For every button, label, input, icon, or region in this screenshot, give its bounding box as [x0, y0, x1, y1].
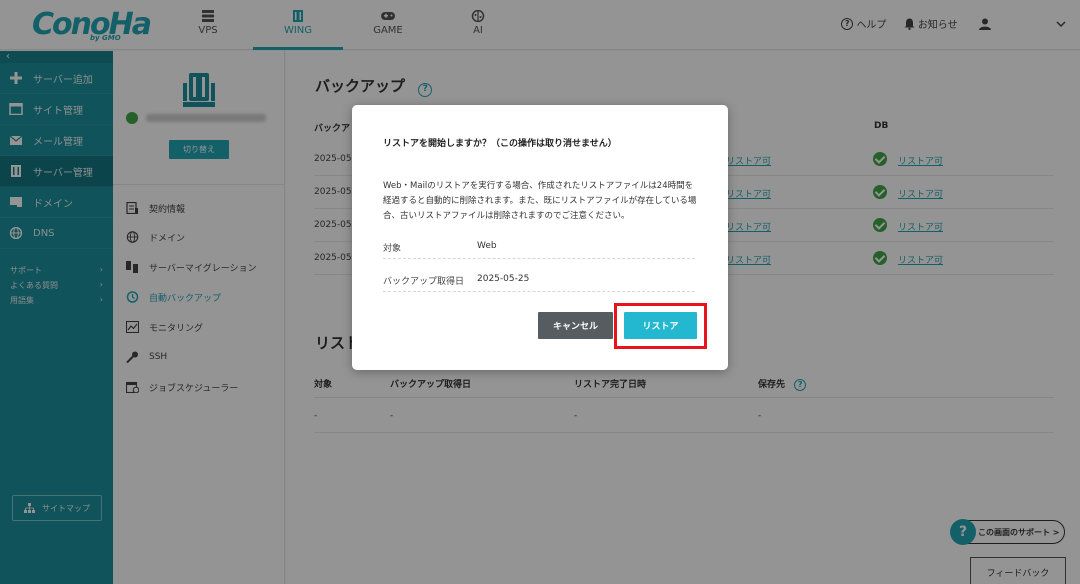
dialog-message: Web・Mailのリストアを実行する場合、作成されたリストアファイルは24時間を… — [383, 181, 697, 221]
highlight-annotation — [614, 303, 707, 349]
dialog-row-label: 対象 — [383, 244, 402, 254]
dialog-row-label: バックアップ取得日 — [383, 277, 465, 287]
dialog-row-value: 2025-05-25 — [477, 274, 530, 284]
dialog-title: リストアを開始しますか？（この操作は取り消せません） — [383, 139, 617, 149]
restore-confirm-dialog: リストアを開始しますか？（この操作は取り消せません） Web・Mailのリストア… — [352, 105, 728, 370]
dialog-row-target: 対象 Web — [383, 235, 695, 259]
dialog-row-backup-date: バックアップ取得日 2025-05-25 — [383, 268, 695, 292]
cancel-button[interactable]: キャンセル — [538, 312, 613, 339]
dialog-row-value: Web — [477, 241, 497, 251]
